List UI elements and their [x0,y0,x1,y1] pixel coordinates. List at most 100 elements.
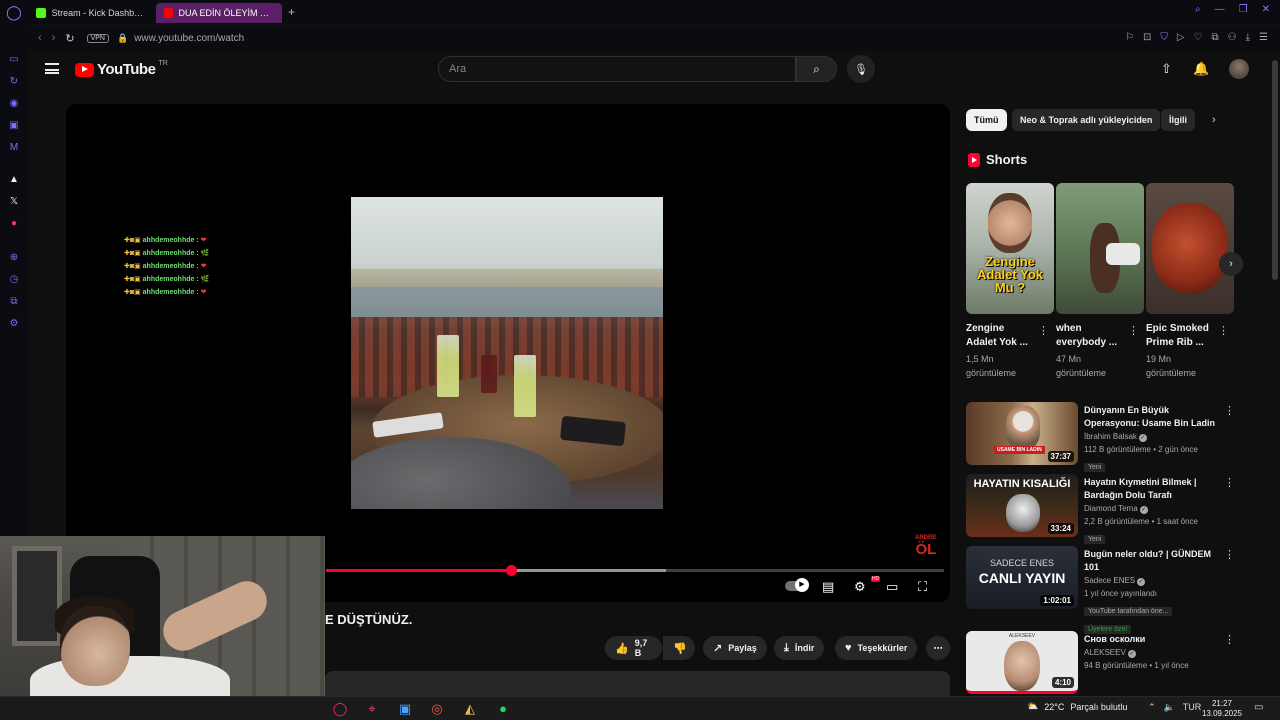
forward-icon[interactable]: › [52,32,56,44]
tray-chevron-icon[interactable]: ⌃ [1148,702,1156,713]
chevron-right-icon[interactable]: › [1212,114,1216,126]
maps-pin-taskbar-icon[interactable]: ⌖ [363,700,381,718]
channel-name[interactable]: Sadece ENES ✓ [1084,574,1222,587]
progress-bar[interactable] [326,565,944,576]
tab-kick-dashboard[interactable]: Stream - Kick Dashboard [28,3,156,23]
recommendation-item[interactable]: HAYATIN KISALIĞI 33:24 Hayatın Kıymetini… [966,474,1246,544]
upload-icon[interactable]: ⇧ [1161,61,1172,77]
menu-icon[interactable]: ☰ [1259,32,1268,43]
vpn-badge[interactable]: VPN [86,33,109,43]
short-title[interactable]: Zengine Adalet Yok ... [966,322,1036,350]
opera-gx-taskbar-icon[interactable]: ◯ [331,700,349,718]
more-vertical-icon[interactable]: ⋮ [1224,476,1235,489]
subtitles-icon[interactable]: ▤ [822,579,834,595]
robot-icon[interactable]: ◉ [8,98,20,110]
refresh-icon[interactable]: ↻ [8,76,20,88]
search-button[interactable]: ⌕ [796,56,837,82]
download-icon[interactable]: ⤓ [1246,32,1250,43]
hamburger-menu-icon[interactable] [45,63,59,74]
bookmark-icon[interactable]: ⚐ [1125,32,1134,43]
back-icon[interactable]: ‹ [38,32,42,44]
share-button[interactable]: ↗ Paylaş [703,636,767,660]
notification-icon[interactable]: ▭ [1254,702,1263,713]
more-vertical-icon[interactable]: ⋮ [1128,324,1139,337]
x-twitter-icon[interactable]: 𝕏 [8,196,20,208]
channel-name[interactable]: Diamond Tema ✓ [1084,502,1222,515]
short-title[interactable]: when everybody ... [1056,322,1126,350]
more-vertical-icon[interactable]: ⋮ [1224,548,1235,561]
more-vertical-icon[interactable]: ⋮ [1224,633,1235,646]
chip-related[interactable]: İlgili [1161,109,1195,131]
new-tab-button[interactable]: + [282,5,301,19]
more-vertical-icon[interactable]: ⋮ [1038,324,1049,337]
weather-widget[interactable]: ⛅ 22°C Parçalı bulutlu [1027,701,1127,712]
shield-icon[interactable]: ⛉ [1160,32,1168,43]
description-box[interactable] [325,671,950,696]
recommendation-title[interactable]: Dünyanın En Büyük Operasyonu: Usame Bin … [1084,404,1222,430]
minimize-icon[interactable]: — [1215,4,1225,15]
messenger-icon[interactable]: ▭ [8,54,20,66]
url-field[interactable]: www.youtube.com/watch [134,33,244,44]
download-button[interactable]: ⤓ İndir [774,636,825,660]
obs-taskbar-icon[interactable]: ◎ [428,700,446,718]
volume-icon[interactable]: 🔈 [1164,702,1175,713]
youtube-sidebar-icon[interactable]: ● [8,218,20,230]
search-input[interactable]: Ara [438,56,796,82]
recommendation-item[interactable]: SADECE ENES CANLI YAYIN 1:02:01 Bugün ne… [966,546,1246,634]
heart-icon[interactable]: ♡ [1194,32,1203,43]
page-scrollbar[interactable] [1272,60,1278,280]
theater-mode-icon[interactable]: ▭ [886,579,898,595]
recommendation-thumbnail[interactable]: HAYATIN KISALIĞI 33:24 [966,474,1078,537]
fullscreen-icon[interactable]: ⛶ [918,579,927,595]
recommendation-thumbnail[interactable]: USAME BIN LADIN 37:37 [966,402,1078,465]
voice-search-button[interactable]: 🎙 [847,55,875,83]
short-thumbnail[interactable]: Zengine Adalet Yok Mu ? [966,183,1054,314]
player-icon[interactable]: ▷ [1177,32,1185,43]
more-vertical-icon[interactable]: ⋮ [1224,404,1235,417]
short-card[interactable]: when everybody ... 47 Mn görüntüleme ⋮ [1056,183,1144,380]
notifications-bell-icon[interactable]: 🔔 [1193,61,1209,77]
short-thumbnail[interactable] [1146,183,1234,314]
extensions-icon[interactable]: ⧉ [1212,32,1219,43]
aria-icon[interactable]: ▲ [8,174,20,186]
tab-youtube-video[interactable]: DUA EDİN ÖLEYİM YOKSA [156,3,282,23]
search-tabs-icon[interactable]: ⌕ [1195,4,1201,15]
close-icon[interactable]: ✕ [1262,4,1270,15]
more-vertical-icon[interactable]: ⋮ [1218,324,1229,337]
snapshot-icon[interactable]: ⊡ [1143,32,1151,43]
more-actions-button[interactable]: ⋯ [926,636,950,660]
recommendation-item[interactable]: ALEKSEEV 4:10 Снов осколки ALEKSEEV ✓ 94 … [966,631,1246,694]
chip-uploader[interactable]: Neo & Toprak adlı yükleyiciden [1012,109,1161,131]
shorts-next-button[interactable]: › [1219,252,1243,276]
window-taskbar-icon[interactable]: ▣ [396,700,414,718]
settings-gear-icon[interactable]: ⚙ [854,579,866,595]
recommendation-item[interactable]: USAME BIN LADIN 37:37 Dünyanın En Büyük … [966,402,1246,472]
recommendation-title[interactable]: Hayatın Kıymetini Bilmek | Bardağın Dolu… [1084,476,1222,502]
progress-scrubber[interactable] [506,565,518,576]
recommendation-title[interactable]: Bugün neler oldu? | GÜNDEM 101 [1084,548,1222,574]
video-player[interactable]: ✚◙▣ ahhdemeohhde : ❤ ✚◙▣ ahhdemeohhde : 🌿… [66,104,950,602]
language-indicator[interactable]: TUR [1183,702,1202,713]
dislike-button[interactable]: 👎 [663,636,695,660]
history-icon[interactable]: ◷ [8,274,20,286]
recommendation-thumbnail[interactable]: ALEKSEEV 4:10 [966,631,1078,694]
chat-icon[interactable]: ▣ [8,120,20,132]
account-icon[interactable]: ⚇ [1228,32,1237,43]
short-title[interactable]: Epic Smoked Prime Rib ... [1146,322,1216,350]
recommendation-thumbnail[interactable]: SADECE ENES CANLI YAYIN 1:02:01 [966,546,1078,609]
chip-all[interactable]: Tümü [966,109,1007,131]
mail-icon[interactable]: M [8,142,20,154]
recommendation-title[interactable]: Снов осколки [1084,633,1222,646]
opera-logo-icon[interactable]: ◯ [0,0,28,24]
clock[interactable]: 21:27 13.09.2025 [1200,699,1244,719]
settings-icon[interactable]: ⚙ [8,318,20,330]
spotify-taskbar-icon[interactable]: ● [494,700,512,718]
add-icon[interactable]: ⊕ [8,252,20,264]
short-card[interactable]: Zengine Adalet Yok Mu ? Zengine Adalet Y… [966,183,1054,380]
channel-name[interactable]: ALEKSEEV ✓ [1084,646,1222,659]
youtube-logo[interactable]: YouTube TR [75,60,168,78]
extensions-sidebar-icon[interactable]: ⧉ [8,296,20,308]
maximize-icon[interactable]: ❐ [1239,4,1248,15]
like-button[interactable]: 👍 9,7 B [605,636,662,660]
channel-name[interactable]: İbrahim Balsak ✓ [1084,430,1222,443]
